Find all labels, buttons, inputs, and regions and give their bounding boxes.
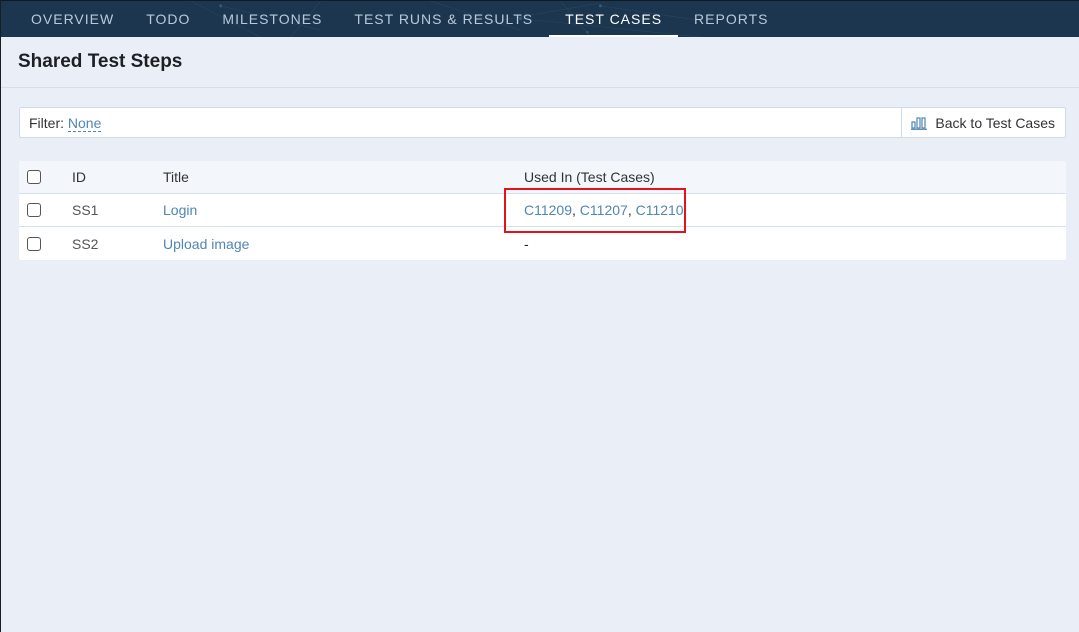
- tab-todo[interactable]: TODO: [130, 1, 206, 37]
- used-in-empty: -: [524, 235, 529, 252]
- filter-bar: Filter: None Back to Test Cases: [19, 107, 1066, 138]
- table-row: SS2 Upload image -: [19, 227, 1066, 260]
- back-button-label: Back to Test Cases: [935, 114, 1055, 131]
- row-id: SS2: [72, 235, 99, 252]
- row-id: SS1: [72, 202, 99, 218]
- column-header-used-in: Used In (Test Cases): [524, 169, 655, 185]
- shared-steps-table: ID Title Used In (Test Cases) SS1 Login …: [19, 161, 1066, 260]
- test-case-link[interactable]: C11207: [580, 202, 628, 218]
- test-case-link[interactable]: C11209: [524, 202, 572, 218]
- row-checkbox[interactable]: [27, 203, 41, 217]
- tab-test-runs-results[interactable]: TEST RUNS & RESULTS: [338, 1, 549, 37]
- table-header-row: ID Title Used In (Test Cases): [19, 161, 1066, 194]
- bar-chart-icon: [911, 116, 928, 130]
- tab-overview[interactable]: OVERVIEW: [15, 1, 130, 37]
- select-all-checkbox[interactable]: [27, 170, 41, 184]
- separator: ,: [627, 202, 636, 218]
- table-row: SS1 Login C11209, C11207, C11210: [19, 194, 1066, 227]
- tab-test-cases[interactable]: TEST CASES: [549, 1, 678, 37]
- top-navigation: OVERVIEW TODO MILESTONES TEST RUNS & RES…: [1, 0, 1079, 37]
- back-to-test-cases-button[interactable]: Back to Test Cases: [901, 108, 1065, 137]
- row-select-cell: [19, 203, 72, 217]
- select-all-cell: [19, 170, 72, 184]
- page-title: Shared Test Steps: [18, 51, 183, 72]
- separator: ,: [572, 202, 580, 218]
- row-select-cell: [19, 236, 72, 251]
- row-checkbox[interactable]: [27, 236, 41, 251]
- filter-label: Filter:: [29, 114, 64, 131]
- filter-value-link[interactable]: None: [67, 114, 102, 132]
- row-title-link[interactable]: Login: [163, 202, 197, 218]
- test-case-link[interactable]: C11210: [636, 202, 684, 218]
- tab-reports[interactable]: REPORTS: [678, 1, 784, 37]
- row-used-in-cell: C11209, C11207, C11210: [524, 202, 1066, 218]
- filter-section: Filter: None: [20, 114, 901, 132]
- column-header-id[interactable]: ID: [72, 169, 163, 185]
- page-header: Shared Test Steps: [1, 37, 1079, 88]
- tab-milestones[interactable]: MILESTONES: [206, 1, 338, 37]
- column-header-title[interactable]: Title: [163, 169, 524, 185]
- row-title-cell: Upload image: [163, 236, 524, 252]
- row-title-link[interactable]: Upload image: [163, 236, 249, 252]
- row-used-in-cell: -: [524, 236, 1066, 252]
- row-title-cell: Login: [163, 202, 524, 218]
